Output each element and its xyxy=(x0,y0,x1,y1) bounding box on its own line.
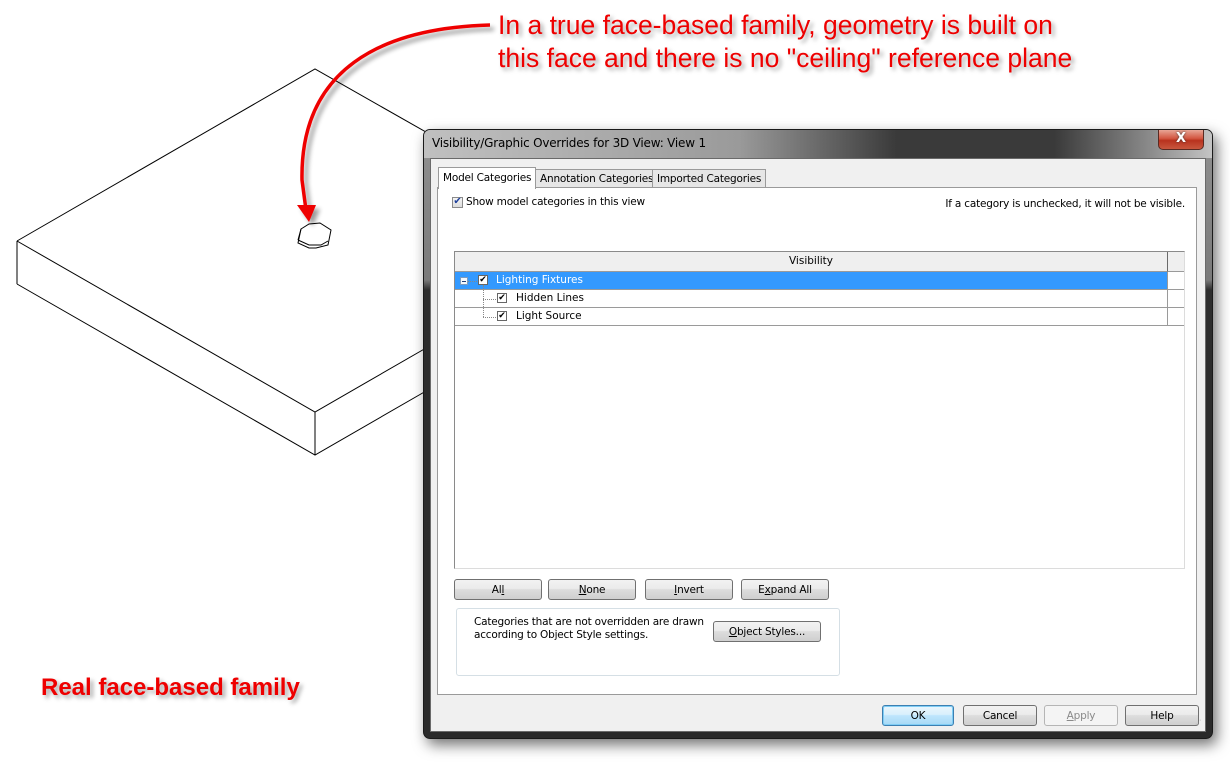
callout-line-1: In a true face-based family, geometry is… xyxy=(498,10,1053,40)
row-spare-cell xyxy=(1168,308,1184,326)
apply-button[interactable]: Apply xyxy=(1044,705,1118,726)
label-part: nvert xyxy=(677,584,704,596)
access-key: A xyxy=(1066,710,1074,722)
row-spare-cell xyxy=(1168,290,1184,308)
tab-model-categories[interactable]: Model Categories xyxy=(438,167,537,189)
show-model-categories-label: Show model categories in this view xyxy=(466,196,645,208)
callout-line-2: this face and there is no "ceiling" refe… xyxy=(498,43,1073,73)
tree-connector xyxy=(483,299,484,317)
grid-row-light-source[interactable]: ✔ Light Source xyxy=(455,299,1168,326)
grid-row-lighting-fixtures[interactable]: ✔ Lighting Fixtures xyxy=(455,272,1168,290)
cancel-button[interactable]: Cancel xyxy=(963,705,1037,726)
callout-text: In a true face-based family, geometry is… xyxy=(498,9,1072,75)
dialog-titlebar[interactable]: Visibility/Graphic Overrides for 3D View… xyxy=(424,130,1212,158)
unchecked-hint: If a category is unchecked, it will not … xyxy=(945,198,1185,210)
help-button[interactable]: Help xyxy=(1125,705,1199,726)
light-source-checkbox[interactable]: ✔ xyxy=(497,311,507,321)
object-styles-button[interactable]: Object Styles... xyxy=(713,621,821,642)
caption-text: Real face-based family xyxy=(41,674,300,701)
grid-row-hidden-lines[interactable]: ✔ Hidden Lines xyxy=(455,285,1168,308)
collapse-icon[interactable] xyxy=(460,277,468,285)
tree-connector xyxy=(483,285,484,299)
label-part: pply xyxy=(1073,710,1096,722)
slab-outline xyxy=(16,68,441,456)
row-label: Lighting Fixtures xyxy=(496,274,583,286)
resize-grip-icon[interactable]: ⋰ xyxy=(1195,720,1203,729)
expand-all-button[interactable]: Expand All xyxy=(741,579,829,600)
access-key: O xyxy=(728,626,737,638)
label-part: pand All xyxy=(770,584,812,596)
object-styles-note: Categories that are not overridden are d… xyxy=(474,616,704,641)
dialog-title: Visibility/Graphic Overrides for 3D View… xyxy=(432,136,706,150)
label-part: one xyxy=(586,584,606,596)
close-button[interactable]: X xyxy=(1158,130,1204,150)
row-spare-cell xyxy=(1168,272,1184,290)
categories-grid: Visibility ✔ Lighting Fixtures ✔ Hidden … xyxy=(454,251,1185,569)
invert-button[interactable]: Invert xyxy=(645,579,733,600)
ok-button[interactable]: OK xyxy=(882,705,954,726)
close-icon: X xyxy=(1175,131,1187,146)
lighting-fixtures-checkbox[interactable]: ✔ xyxy=(478,275,488,285)
tree-connector xyxy=(468,281,477,282)
tab-imported-categories[interactable]: Imported Categories xyxy=(652,169,767,188)
column-header-visibility[interactable]: Visibility xyxy=(455,252,1168,272)
tree-connector xyxy=(483,299,496,300)
light-fixture-glyph xyxy=(297,222,332,249)
access-key: l xyxy=(501,584,505,596)
row-label: Hidden Lines xyxy=(516,292,584,304)
select-none-button[interactable]: None xyxy=(548,579,636,600)
show-model-categories-option[interactable]: ✔ Show model categories in this view xyxy=(452,196,645,208)
row-label: Light Source xyxy=(516,310,582,322)
model-categories-panel: ✔ Show model categories in this view If … xyxy=(437,187,1197,695)
hidden-lines-checkbox[interactable]: ✔ xyxy=(497,293,507,303)
dialog-client-area: Model Categories Annotation Categories I… xyxy=(430,158,1206,732)
tree-connector xyxy=(483,317,496,318)
tab-annotation-categories[interactable]: Annotation Categories xyxy=(535,169,659,188)
visibility-graphic-overrides-dialog: Visibility/Graphic Overrides for 3D View… xyxy=(423,129,1213,739)
column-header-spare xyxy=(1168,252,1184,272)
show-model-categories-checkbox[interactable]: ✔ xyxy=(452,196,463,208)
label-part: bject Styles... xyxy=(736,626,806,638)
object-styles-group: Categories that are not overridden are d… xyxy=(456,608,840,676)
select-all-button[interactable]: All xyxy=(454,579,542,600)
